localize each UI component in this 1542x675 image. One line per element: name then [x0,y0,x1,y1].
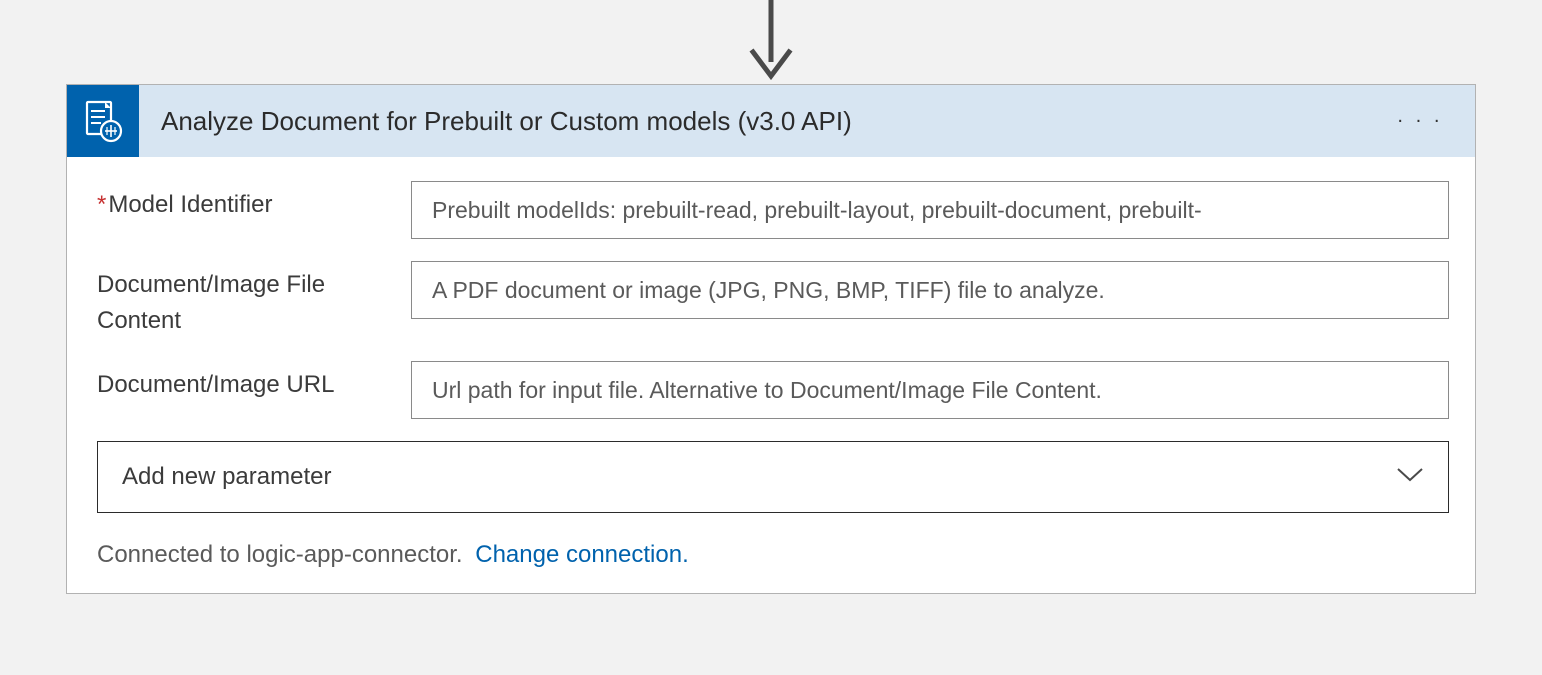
field-label: Document/Image URL [97,361,411,403]
chevron-down-icon [1396,467,1424,488]
model-identifier-input[interactable] [411,181,1449,239]
document-file-content-input[interactable] [411,261,1449,319]
field-label: Document/Image File Content [97,261,411,339]
add-new-parameter-label: Add new parameter [122,463,331,491]
field-row-file-content: Document/Image File Content [97,261,1449,339]
action-title: Analyze Document for Prebuilt or Custom … [161,106,852,137]
add-new-parameter-dropdown[interactable]: Add new parameter [97,441,1449,513]
required-asterisk: * [97,191,106,218]
form-recognizer-icon [67,85,139,157]
action-card-header[interactable]: Analyze Document for Prebuilt or Custom … [67,85,1475,157]
connection-info: Connected to logic-app-connector. Change… [97,541,1449,569]
flow-arrow-connector [749,0,793,84]
field-label: *Model Identifier [97,181,411,223]
more-options-button[interactable]: · · · [1391,104,1449,139]
field-row-document-url: Document/Image URL [97,361,1449,419]
action-card: Analyze Document for Prebuilt or Custom … [66,84,1476,594]
change-connection-link[interactable]: Change connection. [475,541,689,568]
action-card-body: *Model Identifier Document/Image File Co… [67,157,1475,593]
field-row-model-identifier: *Model Identifier [97,181,1449,239]
connected-text: Connected to logic-app-connector. [97,541,463,568]
document-url-input[interactable] [411,361,1449,419]
